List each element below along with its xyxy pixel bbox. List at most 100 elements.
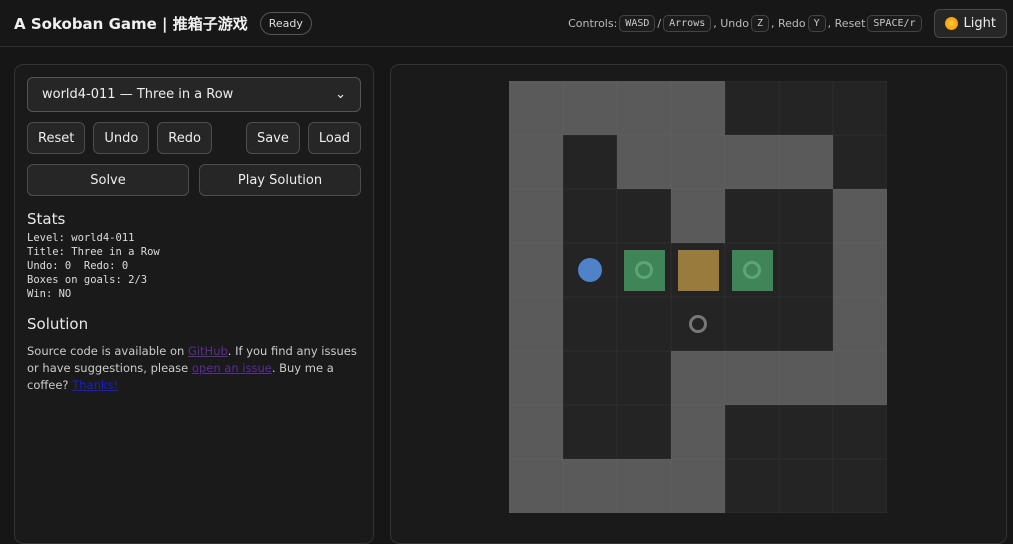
wall-cell — [725, 351, 779, 405]
wall-cell — [833, 189, 887, 243]
save-button[interactable]: Save — [245, 122, 300, 154]
game-board[interactable] — [509, 81, 887, 513]
solution-heading: Solution — [27, 315, 89, 333]
floor-cell — [779, 243, 833, 297]
wall-cell — [509, 189, 563, 243]
box — [678, 250, 719, 291]
floor-cell — [563, 135, 617, 189]
floor-cell — [833, 135, 887, 189]
floor-cell — [725, 189, 779, 243]
floor-cell — [563, 297, 617, 351]
goal-icon — [689, 315, 707, 333]
stat-title: Title: Three in a Row — [27, 246, 160, 258]
wall-cell — [671, 351, 725, 405]
top-bar: A Sokoban Game | 推箱子游戏 Ready Controls: W… — [0, 0, 1013, 47]
floor-cell — [779, 189, 833, 243]
stat-boxes: Boxes on goals: 2/3 — [27, 274, 148, 286]
floor-cell — [617, 243, 671, 297]
wall-cell — [509, 297, 563, 351]
github-link[interactable]: GitHub — [188, 344, 228, 358]
app-title: A Sokoban Game | 推箱子游戏 — [14, 14, 248, 33]
sidebar-panel: world4-011 — Three in a Row ⌄ Reset Undo… — [14, 64, 374, 544]
key-reset: SPACE/r — [867, 14, 922, 32]
key-arrows: Arrows — [663, 14, 712, 32]
wall-cell — [617, 135, 671, 189]
wall-cell — [671, 81, 725, 135]
floor-cell — [617, 189, 671, 243]
stat-win: Win: NO — [27, 288, 72, 300]
floor-cell — [563, 243, 617, 297]
theme-toggle-button[interactable]: Light — [933, 8, 1007, 38]
game-panel — [390, 64, 1007, 544]
load-button[interactable]: Load — [307, 122, 362, 154]
controls-help: Controls: WASD / Arrows , Undo Z , Redo … — [568, 14, 922, 32]
reset-button[interactable]: Reset — [27, 122, 86, 154]
floor-cell — [617, 351, 671, 405]
about-text-1: Source code is available on — [27, 344, 188, 358]
goal-icon — [635, 261, 653, 279]
chevron-down-icon: ⌄ — [335, 87, 346, 102]
redo-label: , Redo — [771, 16, 806, 30]
wall-cell — [509, 135, 563, 189]
stat-level: Level: world4-011 — [27, 232, 135, 244]
goal-icon — [743, 261, 761, 279]
wall-cell — [671, 459, 725, 513]
floor-cell — [563, 405, 617, 459]
floor-cell — [617, 405, 671, 459]
wall-cell — [671, 135, 725, 189]
floor-cell — [671, 297, 725, 351]
level-select-value: world4-011 — Three in a Row — [42, 87, 234, 102]
outside-cell — [779, 459, 833, 513]
wall-cell — [509, 243, 563, 297]
redo-button[interactable]: Redo — [157, 122, 212, 154]
wall-cell — [617, 459, 671, 513]
outside-cell — [833, 405, 887, 459]
box-on-goal — [624, 250, 665, 291]
reset-label: , Reset — [827, 16, 866, 30]
undo-button[interactable]: Undo — [93, 122, 150, 154]
outside-cell — [725, 459, 779, 513]
controls-label: Controls: — [568, 16, 618, 30]
stats-heading: Stats — [27, 210, 66, 228]
wall-cell — [509, 405, 563, 459]
theme-label: Light — [963, 15, 996, 31]
outside-cell — [725, 81, 779, 135]
floor-cell — [563, 351, 617, 405]
solve-button[interactable]: Solve — [27, 164, 189, 196]
player-icon — [578, 258, 602, 282]
wall-cell — [617, 81, 671, 135]
stat-undo-redo: Undo: 0 Redo: 0 — [27, 260, 129, 272]
box-on-goal — [732, 250, 773, 291]
key-wasd: WASD — [619, 14, 656, 32]
wall-cell — [563, 459, 617, 513]
thanks-link[interactable]: Thanks! — [72, 378, 118, 392]
wall-cell — [509, 81, 563, 135]
wall-cell — [725, 135, 779, 189]
floor-cell — [617, 297, 671, 351]
wall-cell — [509, 351, 563, 405]
level-select[interactable]: world4-011 — Three in a Row ⌄ — [27, 77, 361, 112]
floor-cell — [563, 189, 617, 243]
floor-cell — [779, 297, 833, 351]
floor-cell — [725, 297, 779, 351]
floor-cell — [671, 243, 725, 297]
undo-label: , Undo — [713, 16, 749, 30]
about-text: Source code is available on GitHub. If y… — [27, 343, 361, 394]
stats-block: Level: world4-011 Title: Three in a Row Un… — [27, 231, 361, 301]
outside-cell — [833, 81, 887, 135]
wall-cell — [779, 351, 833, 405]
wall-cell — [833, 297, 887, 351]
wall-cell — [779, 135, 833, 189]
play-solution-button[interactable]: Play Solution — [199, 164, 361, 196]
sun-icon — [944, 16, 958, 30]
key-undo: Z — [750, 14, 769, 32]
wall-cell — [671, 189, 725, 243]
open-issue-link[interactable]: open an issue — [192, 361, 272, 375]
floor-cell — [725, 243, 779, 297]
status-badge: Ready — [259, 11, 312, 35]
wall-cell — [509, 459, 563, 513]
wall-cell — [563, 81, 617, 135]
outside-cell — [779, 81, 833, 135]
key-separator: / — [657, 16, 662, 30]
wall-cell — [833, 351, 887, 405]
